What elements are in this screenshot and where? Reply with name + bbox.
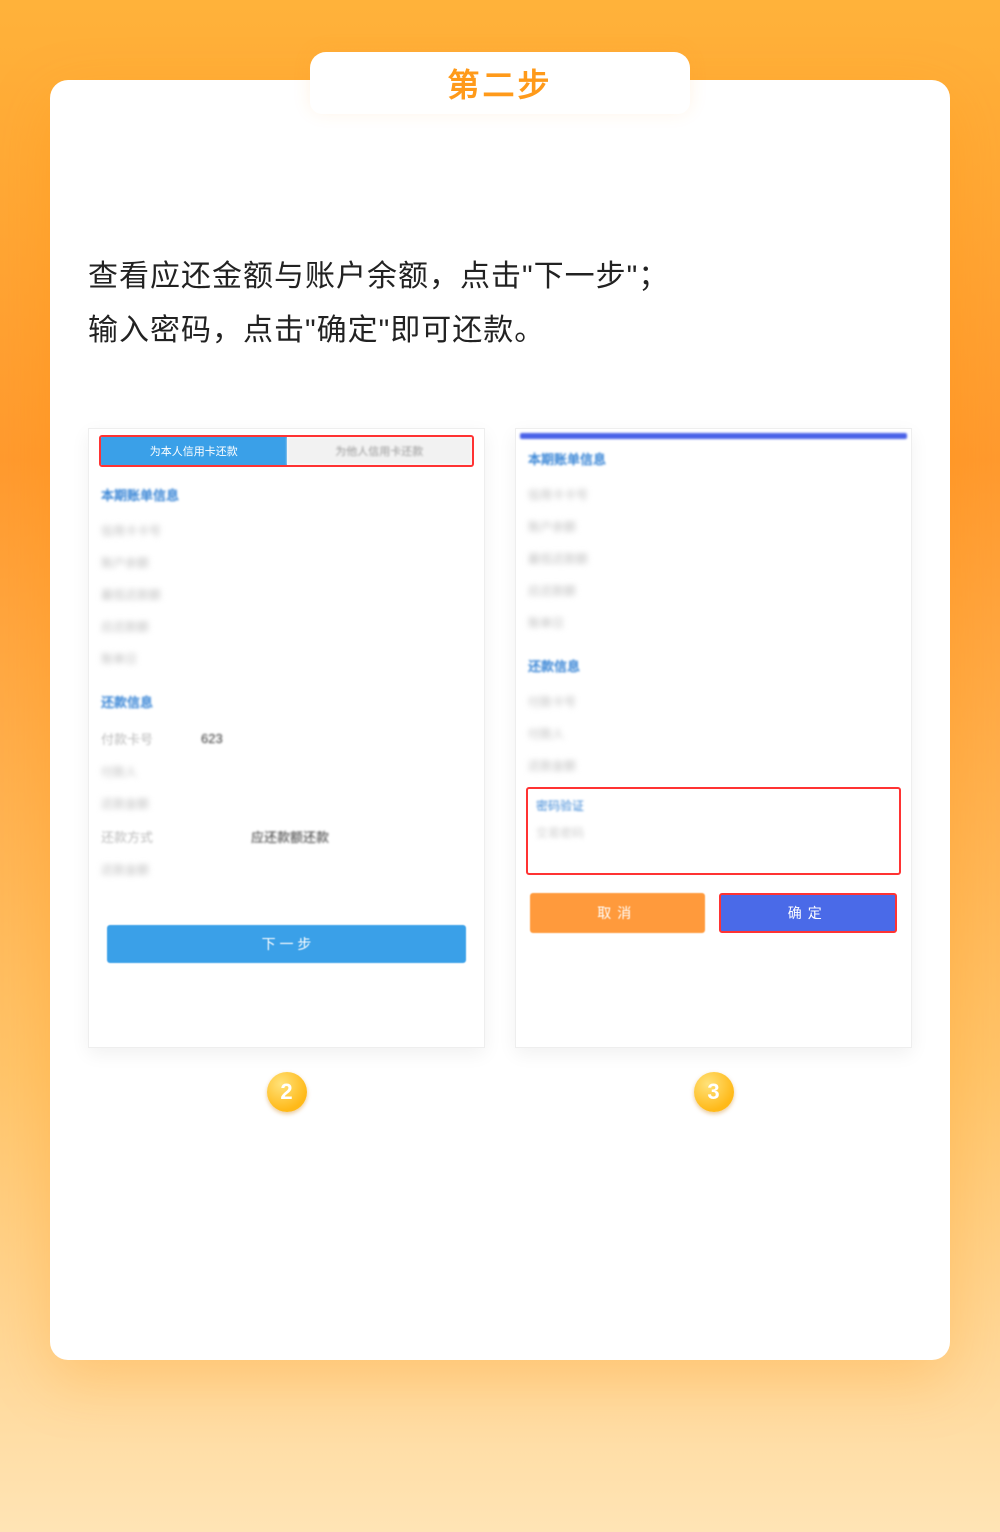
step-badges: 2 3 bbox=[88, 1072, 912, 1112]
section-repay-info: 还款信息 bbox=[101, 692, 472, 711]
row: 账单日 bbox=[528, 606, 899, 638]
header-strip bbox=[520, 433, 907, 439]
row: 信用卡卡号 bbox=[528, 478, 899, 510]
row: 账户余额 bbox=[101, 546, 472, 578]
confirm-button[interactable]: 确定 bbox=[719, 893, 898, 933]
badge-3: 3 bbox=[694, 1072, 734, 1112]
value: 623 bbox=[201, 731, 223, 746]
description-line-1: 查看应还金额与账户余额，点击"下一步"； bbox=[88, 250, 912, 304]
label: 还款方式 bbox=[101, 827, 201, 846]
section-repay-info: 还款信息 bbox=[528, 656, 899, 675]
instruction-card: 第二步 查看应还金额与账户余额，点击"下一步"； 输入密码，点击"确定"即可还款… bbox=[50, 80, 950, 1360]
button-row: 取消 确定 bbox=[530, 893, 897, 933]
row-repay-type: 还款方式 应还款额还款 bbox=[101, 819, 472, 853]
description-line-2: 输入密码，点击"确定"即可还款。 bbox=[88, 304, 912, 358]
section-bill-info: 本期账单信息 bbox=[528, 449, 899, 468]
row: 信用卡卡号 bbox=[101, 514, 472, 546]
row-pay-card: 付款卡号 623 bbox=[101, 721, 472, 755]
step-ribbon: 第二步 bbox=[310, 52, 690, 114]
cancel-button[interactable]: 取消 bbox=[530, 893, 705, 933]
row: 应还款额 bbox=[528, 574, 899, 606]
row: 还款金额 bbox=[101, 853, 472, 885]
row: 账户余额 bbox=[528, 510, 899, 542]
next-step-button[interactable]: 下 一 步 bbox=[107, 925, 466, 963]
row: 付款卡号 bbox=[528, 685, 899, 717]
label: 付款卡号 bbox=[101, 729, 201, 748]
row: 付款人 bbox=[528, 717, 899, 749]
row: 还款金额 bbox=[101, 787, 472, 819]
row: 还款金额 bbox=[528, 749, 899, 781]
row: 应还款额 bbox=[101, 610, 472, 642]
tab-repay-self[interactable]: 为本人信用卡还款 bbox=[101, 437, 287, 465]
password-section-title: 密码验证 bbox=[536, 797, 891, 814]
step-title: 第二步 bbox=[447, 60, 552, 106]
tab-repay-other[interactable]: 为他人信用卡还款 bbox=[287, 437, 473, 465]
password-field[interactable]: 交易密码 bbox=[536, 824, 891, 841]
description: 查看应还金额与账户余额，点击"下一步"； 输入密码，点击"确定"即可还款。 bbox=[88, 250, 912, 358]
section-bill-info: 本期账单信息 bbox=[101, 485, 472, 504]
row: 付款人 bbox=[101, 755, 472, 787]
row: 最低还款额 bbox=[101, 578, 472, 610]
badge-2: 2 bbox=[267, 1072, 307, 1112]
row: 最低还款额 bbox=[528, 542, 899, 574]
repay-tabs-highlight: 为本人信用卡还款 为他人信用卡还款 bbox=[99, 435, 474, 467]
value: 应还款额还款 bbox=[251, 827, 329, 846]
row: 账单日 bbox=[101, 642, 472, 674]
screenshots-row: 为本人信用卡还款 为他人信用卡还款 本期账单信息 信用卡卡号 账户余额 最低还款… bbox=[88, 428, 912, 1048]
password-box-highlight: 密码验证 交易密码 bbox=[526, 787, 901, 875]
screenshot-2: 为本人信用卡还款 为他人信用卡还款 本期账单信息 信用卡卡号 账户余额 最低还款… bbox=[88, 428, 485, 1048]
screenshot-3: 本期账单信息 信用卡卡号 账户余额 最低还款额 应还款额 账单日 还款信息 付款… bbox=[515, 428, 912, 1048]
